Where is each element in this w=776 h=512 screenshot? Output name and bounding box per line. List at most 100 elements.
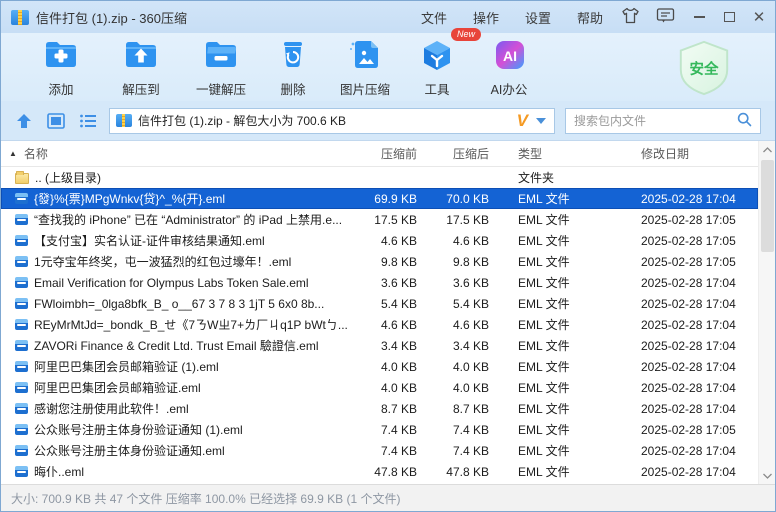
scroll-down-icon[interactable] [759,467,776,484]
scroll-up-icon[interactable] [759,141,776,158]
table-row[interactable]: .. (上级目录) 文件夹 [1,167,758,188]
up-directory-icon[interactable] [13,110,35,132]
add-folder-icon [41,36,81,77]
file-size-after: 8.7 KB [417,402,489,416]
scrollbar[interactable] [758,141,775,484]
scrollbar-thumb[interactable] [761,160,774,252]
trash-recycle-icon [273,36,313,77]
table-row[interactable]: 公众账号注册主体身份验证通知 (1).eml 7.4 KB 7.4 KB EML… [1,419,758,440]
table-row[interactable]: REyMrMtJd=_bondk_B_せ《7ㄋWㄓ7+ㄌ厂ㄐq1P bWtㄅ..… [1,314,758,335]
menu-bar: 文件 操作 设置 帮助 [421,8,603,27]
file-name: 阿里巴巴集团会员邮箱验证.eml [34,379,201,396]
toolbar-label: 解压到 [122,79,160,98]
column-type[interactable]: 类型 [489,145,641,162]
file-type: 文件夹 [489,169,641,186]
file-type-icon [15,382,28,393]
scrollbar-track[interactable] [759,158,776,467]
table-row[interactable]: {發}%{票}MPgWnkv{贷}^_%{开}.eml 69.9 KB 70.0… [1,188,758,209]
archive-path-combobox[interactable]: 信件打包 (1).zip - 解包大小为 700.6 KB V [109,108,555,134]
image-compress-button[interactable]: 图片压缩 [325,36,405,98]
file-type: EML 文件 [489,358,641,375]
window-title: 信件打包 (1).zip - 360压缩 [36,8,187,27]
table-row[interactable]: 1元夺宝年终奖，屯一波猛烈的红包过壕年！.eml 9.8 KB 9.8 KB E… [1,251,758,272]
file-type-icon [15,445,28,456]
dropdown-caret-icon[interactable] [536,118,546,124]
file-size-before: 69.9 KB [357,192,417,206]
minimize-button[interactable] [689,7,709,27]
add-button[interactable]: 添加 [21,36,101,98]
file-name: 感谢您注册使用此软件！.eml [34,400,189,417]
search-icon[interactable] [737,112,752,130]
file-size-after: 3.6 KB [417,276,489,290]
file-name: 【支付宝】实名认证-证件审核结果通知.eml [34,232,265,249]
file-modified: 2025-02-28 17:04 [641,402,758,416]
file-type-icon [15,298,28,309]
file-modified: 2025-02-28 17:04 [641,360,758,374]
table-row[interactable]: 【支付宝】实名认证-证件审核结果通知.eml 4.6 KB 4.6 KB EML… [1,230,758,251]
image-document-icon [345,36,385,77]
file-size-before: 9.8 KB [357,255,417,269]
column-name[interactable]: ▲名称 [1,145,357,162]
table-row[interactable]: 阿里巴巴集团会员邮箱验证 (1).eml 4.0 KB 4.0 KB EML 文… [1,356,758,377]
file-size-after: 4.0 KB [417,360,489,374]
one-click-extract-button[interactable]: 一键解压 [181,36,261,98]
thumbnail-view-icon[interactable] [45,110,67,132]
ai-icon: AI [489,36,529,77]
file-name: Email Verification for Olympus Labs Toke… [34,276,309,290]
feedback-icon[interactable] [656,7,675,27]
zip-file-icon [116,114,132,127]
table-row[interactable]: 感谢您注册使用此软件！.eml 8.7 KB 8.7 KB EML 文件 202… [1,398,758,419]
column-size-before[interactable]: 压缩前 [357,145,417,162]
column-modified[interactable]: 修改日期 [641,145,758,162]
toolbar-label: 一键解压 [196,79,246,98]
delete-button[interactable]: 删除 [261,36,325,98]
file-size-after: 70.0 KB [417,192,489,206]
tools-button[interactable]: New 工具 [405,36,469,98]
file-type: EML 文件 [489,295,641,312]
menu-settings[interactable]: 设置 [525,8,551,27]
maximize-button[interactable] [719,7,739,27]
file-type: EML 文件 [489,232,641,249]
file-size-before: 3.6 KB [357,276,417,290]
archive-app-icon [11,10,29,25]
toolbar-label: 图片压缩 [340,79,390,98]
file-size-after: 4.6 KB [417,234,489,248]
table-row[interactable]: FWloimbh=_0lga8bfk_B_ o__67 3 7 8 3 1jT … [1,293,758,314]
file-name: “查找我的 iPhone” 已在 “Administrator” 的 iPad … [34,211,342,228]
file-type: EML 文件 [489,400,641,417]
file-size-before: 4.0 KB [357,360,417,374]
extract-to-button[interactable]: 解压到 [101,36,181,98]
file-size-before: 3.4 KB [357,339,417,353]
menu-help[interactable]: 帮助 [577,8,603,27]
menu-file[interactable]: 文件 [421,8,447,27]
table-row[interactable]: “查找我的 iPhone” 已在 “Administrator” 的 iPad … [1,209,758,230]
table-row[interactable]: ZAVORi Finance & Credit Ltd. Trust Email… [1,335,758,356]
search-input[interactable] [574,114,737,128]
table-row[interactable]: 公众账号注册主体身份验证通知.eml 7.4 KB 7.4 KB EML 文件 … [1,440,758,461]
file-size-after: 5.4 KB [417,297,489,311]
column-size-after[interactable]: 压缩后 [417,145,489,162]
table-row[interactable]: 晦仆..eml 47.8 KB 47.8 KB EML 文件 2025-02-2… [1,461,758,482]
list-view-icon[interactable] [77,110,99,132]
file-size-before: 17.5 KB [357,213,417,227]
table-row[interactable]: Email Verification for Olympus Labs Toke… [1,272,758,293]
table-row[interactable]: 阿里巴巴集团会员邮箱验证.eml 4.0 KB 4.0 KB EML 文件 20… [1,377,758,398]
safe-shield-badge[interactable]: 安全 [675,39,733,100]
file-type-icon [15,319,28,330]
file-type-icon [15,361,28,372]
file-size-after: 7.4 KB [417,423,489,437]
file-modified: 2025-02-28 17:04 [641,381,758,395]
menu-action[interactable]: 操作 [473,8,499,27]
file-type-icon [15,277,28,288]
file-size-before: 4.6 KB [357,234,417,248]
close-button[interactable]: ✕ [749,7,769,27]
file-size-after: 7.4 KB [417,444,489,458]
archive-path-label: 信件打包 (1).zip - 解包大小为 700.6 KB [138,112,346,129]
ai-office-button[interactable]: AI AI办公 [469,36,549,98]
file-type-icon [15,214,28,225]
file-type: EML 文件 [489,211,641,228]
skin-shirt-icon[interactable] [621,7,640,27]
tools-cube-icon [417,36,457,77]
file-name: FWloimbh=_0lga8bfk_B_ o__67 3 7 8 3 1jT … [34,297,324,311]
file-type-icon [15,424,28,435]
